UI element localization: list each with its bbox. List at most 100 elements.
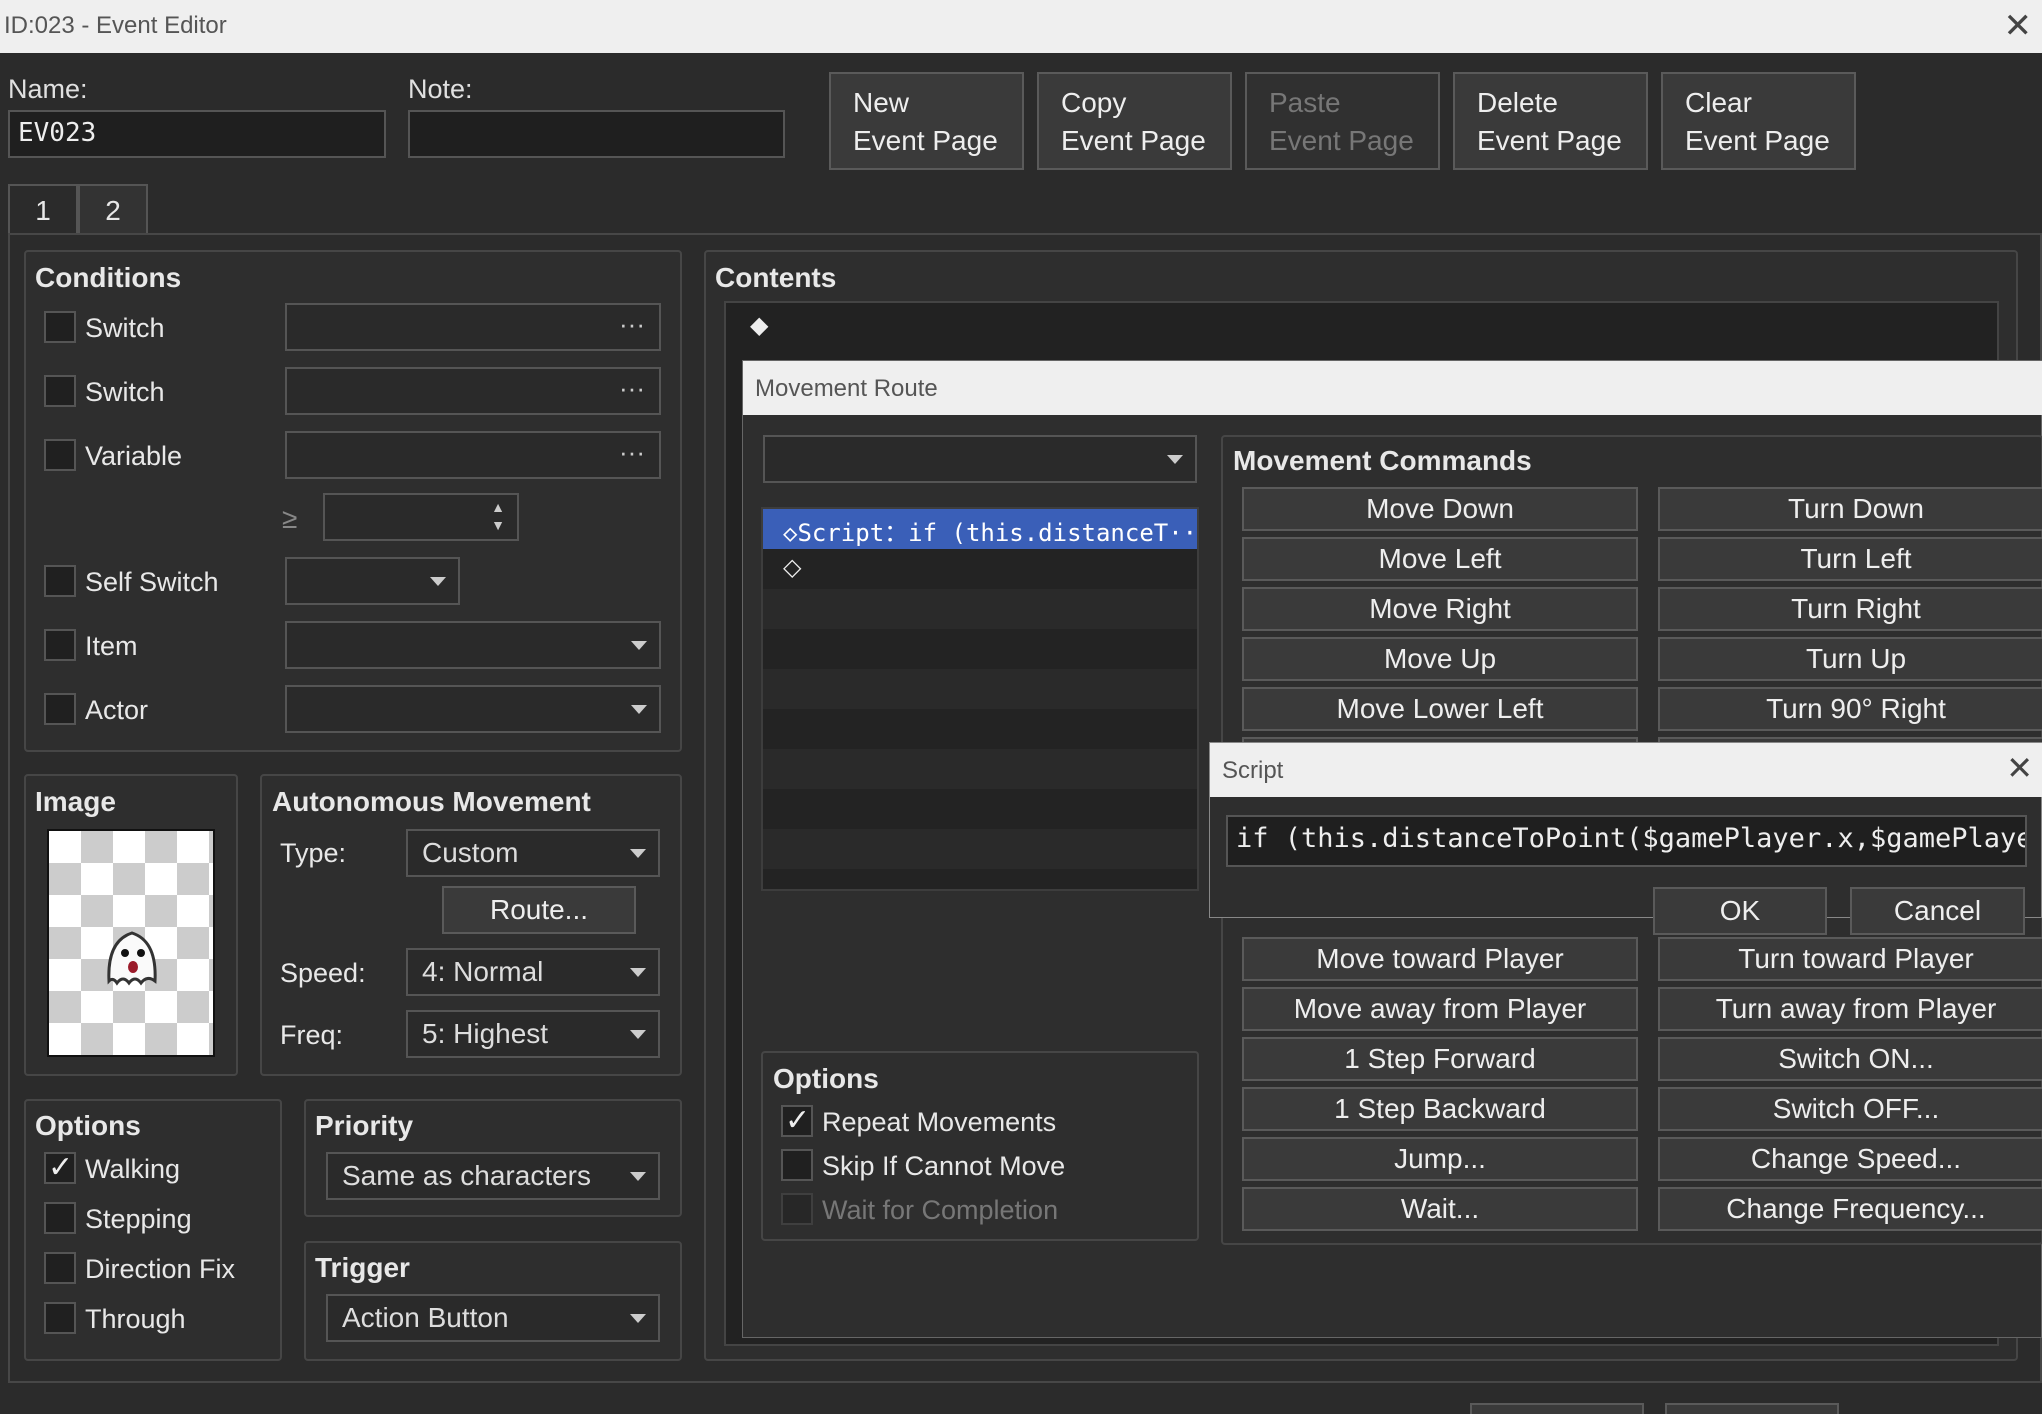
move-away-from-player-button[interactable]: Move away from Player <box>1242 987 1638 1031</box>
switch2-label: Switch <box>85 377 165 407</box>
delete-event-page-button[interactable]: Delete Event Page <box>1453 72 1648 170</box>
spinner-up-icon[interactable]: ▲ <box>491 499 505 515</box>
switch2-checkbox[interactable] <box>44 375 76 407</box>
jump-button[interactable]: Jump... <box>1242 1137 1638 1181</box>
ok-button[interactable]: OK <box>1653 887 1827 935</box>
contents-title: Contents <box>715 262 837 293</box>
tab-page-1[interactable]: 1 <box>8 184 78 234</box>
move-lower-left-button[interactable]: Move Lower Left <box>1242 687 1638 731</box>
type-select[interactable]: Custom <box>406 829 660 877</box>
cancel-button[interactable]: Cancel <box>1850 887 2025 935</box>
variable-checkbox[interactable] <box>44 439 76 471</box>
move-right-button[interactable]: Move Right <box>1242 587 1638 631</box>
self-switch-label: Self Switch <box>85 567 219 597</box>
variable-label: Variable <box>85 441 183 471</box>
freq-select[interactable]: 5: Highest <box>406 1010 660 1058</box>
button-line: Event Page <box>853 125 998 156</box>
script-text-field[interactable]: if (this.distanceToPoint($gamePlayer.x,$… <box>1226 815 2027 867</box>
tab-page-2[interactable]: 2 <box>78 184 148 234</box>
list-item[interactable]: ◇Script：if (this.distanceT··· <box>763 509 1197 549</box>
turn-right-button[interactable]: Turn Right <box>1658 587 2042 631</box>
paste-event-page-button[interactable]: Paste Event Page <box>1245 72 1440 170</box>
route-button[interactable]: Route... <box>442 886 636 934</box>
trigger-select[interactable]: Action Button <box>326 1294 660 1342</box>
wait-button[interactable]: Wait... <box>1242 1187 1638 1231</box>
chevron-down-icon <box>630 968 646 977</box>
variable-select[interactable]: ··· <box>285 431 661 479</box>
spinner-down-icon[interactable]: ▼ <box>491 517 505 533</box>
turn-up-button[interactable]: Turn Up <box>1658 637 2042 681</box>
type-value: Custom <box>422 837 519 868</box>
new-event-page-button[interactable]: New Event Page <box>829 72 1024 170</box>
actor-select[interactable] <box>285 685 661 733</box>
item-checkbox[interactable] <box>44 629 76 661</box>
route-target-select[interactable] <box>763 435 1197 483</box>
direction-fix-label: Direction Fix <box>85 1254 236 1284</box>
chevron-down-icon <box>630 1030 646 1039</box>
change-frequency-button[interactable]: Change Frequency... <box>1658 1187 2042 1231</box>
turn-away-from-player-button[interactable]: Turn away from Player <box>1658 987 2042 1031</box>
switch1-checkbox[interactable] <box>44 311 76 343</box>
turn-left-button[interactable]: Turn Left <box>1658 537 2042 581</box>
wait-for-completion-checkbox[interactable] <box>781 1193 813 1225</box>
close-icon[interactable]: ✕ <box>2004 6 2033 46</box>
close-icon[interactable]: ✕ <box>2006 749 2033 787</box>
autonomous-title: Autonomous Movement <box>272 786 591 817</box>
image-title: Image <box>35 786 116 817</box>
note-label: Note: <box>408 74 473 104</box>
move-left-button[interactable]: Move Left <box>1242 537 1638 581</box>
walking-checkbox[interactable] <box>44 1150 76 1185</box>
actor-checkbox[interactable] <box>44 693 76 725</box>
movement-route-titlebar: Movement Route <box>743 361 2042 415</box>
event-image-preview[interactable] <box>47 829 215 1057</box>
list-item[interactable]: ◇ <box>763 549 1197 589</box>
repeat-movements-checkbox[interactable] <box>781 1103 813 1138</box>
button-line: Event Page <box>1477 125 1622 156</box>
variable-value-spinner[interactable]: ▲ ▼ <box>323 493 519 541</box>
step-backward-button[interactable]: 1 Step Backward <box>1242 1087 1638 1131</box>
bottom-button-partial[interactable] <box>1470 1403 1644 1414</box>
chevron-down-icon <box>630 849 646 858</box>
script-dialog: Script ✕ if (this.distanceToPoint($gameP… <box>1209 742 2042 935</box>
priority-select[interactable]: Same as characters <box>326 1152 660 1200</box>
self-switch-checkbox[interactable] <box>44 565 76 597</box>
move-down-button[interactable]: Move Down <box>1242 487 1638 531</box>
switch1-select[interactable]: ··· <box>285 303 661 351</box>
copy-event-page-button[interactable]: Copy Event Page <box>1037 72 1232 170</box>
chevron-down-icon <box>430 577 446 586</box>
options-title: Options <box>35 1110 141 1141</box>
item-select[interactable] <box>285 621 661 669</box>
move-toward-player-button[interactable]: Move toward Player <box>1242 937 1638 981</box>
route-command-list[interactable]: ◇Script：if (this.distanceT··· ◇ <box>761 507 1199 891</box>
turn-down-button[interactable]: Turn Down <box>1658 487 2042 531</box>
step-forward-button[interactable]: 1 Step Forward <box>1242 1037 1638 1081</box>
switch-on-button[interactable]: Switch ON... <box>1658 1037 2042 1081</box>
list-row-empty <box>763 749 1197 789</box>
trigger-value: Action Button <box>342 1302 509 1333</box>
skip-if-cannot-move-checkbox[interactable] <box>781 1149 813 1181</box>
direction-fix-checkbox[interactable] <box>44 1252 76 1284</box>
self-switch-select[interactable] <box>285 557 460 605</box>
priority-title: Priority <box>315 1110 414 1141</box>
move-up-button[interactable]: Move Up <box>1242 637 1638 681</box>
clear-event-page-button[interactable]: Clear Event Page <box>1661 72 1856 170</box>
switch2-select[interactable]: ··· <box>285 367 661 415</box>
note-field[interactable] <box>408 110 785 158</box>
turn-90-right-button[interactable]: Turn 90° Right <box>1658 687 2042 731</box>
switch-off-button[interactable]: Switch OFF... <box>1658 1087 2042 1131</box>
walking-label: Walking <box>85 1154 181 1184</box>
route-options-title: Options <box>773 1063 879 1094</box>
ellipsis-icon: ··· <box>619 309 645 339</box>
bottom-button-partial[interactable] <box>1665 1403 1839 1414</box>
ghost-sprite-icon <box>107 931 157 986</box>
actor-label: Actor <box>85 695 149 725</box>
through-checkbox[interactable] <box>44 1302 76 1334</box>
speed-select[interactable]: 4: Normal <box>406 948 660 996</box>
ellipsis-icon: ··· <box>619 437 645 467</box>
change-speed-button[interactable]: Change Speed... <box>1658 1137 2042 1181</box>
turn-toward-player-button[interactable]: Turn toward Player <box>1658 937 2042 981</box>
skip-if-cannot-move-label: Skip If Cannot Move <box>822 1151 1066 1181</box>
list-row-empty <box>763 589 1197 629</box>
name-field[interactable]: EV023 <box>8 110 386 158</box>
stepping-checkbox[interactable] <box>44 1202 76 1234</box>
